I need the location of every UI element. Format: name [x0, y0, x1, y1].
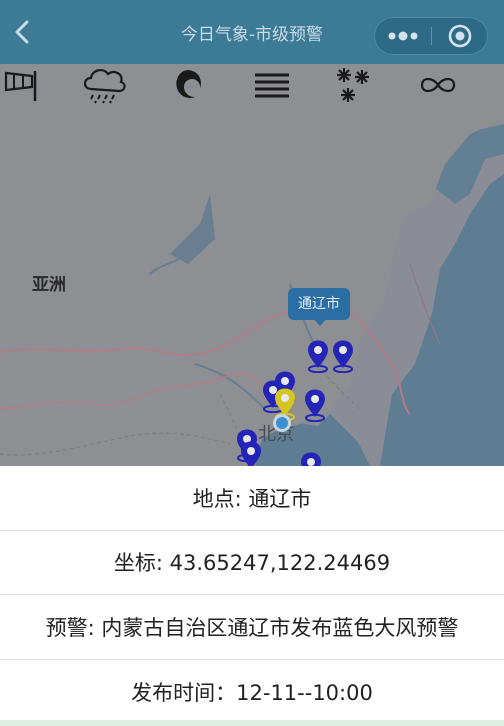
more-button[interactable]: [375, 18, 431, 54]
weather-type-bar: [0, 64, 504, 106]
windsock-button[interactable]: [0, 64, 48, 106]
back-button[interactable]: [6, 16, 38, 48]
warning-marker[interactable]: [330, 339, 356, 374]
map-pin-icon: [333, 340, 353, 374]
target-icon: [448, 24, 472, 48]
close-miniprogram-button[interactable]: [432, 18, 488, 54]
capsule-menu: [374, 17, 488, 55]
map-pin-icon: [308, 340, 328, 374]
haze-button[interactable]: [414, 64, 462, 106]
bottom-strip: [0, 720, 504, 726]
infinity-icon: [420, 77, 456, 93]
mini-program-page: 今日气象-市级预警 亚洲 北京 通辽市 地点: 通辽市 坐标: 43.65247…: [0, 0, 504, 726]
coordinates-row: 坐标: 43.65247,122.24469: [0, 531, 504, 595]
current-location-dot[interactable]: [273, 414, 291, 432]
location-row: 地点: 通辽市: [0, 466, 504, 531]
more-dots-icon: [388, 31, 418, 41]
publish-time-row: 发布时间：12-11--10:00: [131, 680, 373, 705]
typhoon-button[interactable]: [164, 64, 212, 106]
callout-tail: [313, 318, 327, 326]
rain-button[interactable]: [80, 64, 128, 106]
warning-marker[interactable]: [305, 339, 331, 374]
rain-icon: [83, 68, 126, 104]
map-base: [0, 64, 504, 466]
windsock-icon: [4, 71, 37, 101]
selected-city-callout[interactable]: 通辽市: [288, 288, 350, 320]
chevron-left-icon: [15, 20, 29, 44]
region-label: 亚洲: [32, 275, 66, 295]
map-pin-icon: [305, 389, 325, 423]
typhoon-icon: [176, 70, 201, 98]
fog-button[interactable]: [248, 64, 296, 106]
snow-button[interactable]: [330, 64, 378, 106]
fog-icon: [255, 73, 289, 98]
warning-marker[interactable]: [302, 388, 328, 423]
nav-bar: 今日气象-市级预警: [0, 0, 504, 64]
warning-row: 预警: 内蒙古自治区通辽市发布蓝色大风预警: [0, 595, 504, 660]
map-view[interactable]: 亚洲 北京: [0, 64, 504, 466]
snow-icon: [337, 68, 369, 102]
warning-info-panel: 地点: 通辽市 坐标: 43.65247,122.24469 预警: 内蒙古自治…: [0, 466, 504, 726]
